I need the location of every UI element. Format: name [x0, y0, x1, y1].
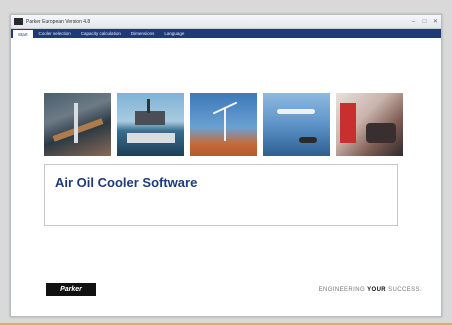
photo-hydraulic-equipment — [336, 93, 403, 156]
photo-aircraft — [263, 93, 330, 156]
maximize-button[interactable]: □ — [419, 17, 430, 27]
parker-logo: Parker — [46, 283, 96, 296]
minimize-button[interactable]: – — [408, 17, 419, 27]
slogan-bold: YOUR — [367, 287, 387, 293]
menu-item-dimensions[interactable]: Dimensions — [126, 29, 160, 38]
menu-item-capacity-calculation[interactable]: Capacity calculation — [76, 29, 126, 38]
page-title: Air Oil Cooler Software — [55, 175, 198, 190]
window-controls: – □ ✕ — [408, 17, 441, 27]
app-icon — [14, 18, 23, 25]
window-title: Parker European Version 4.8 — [26, 18, 91, 25]
slogan-prefix: ENGINEERING — [318, 287, 368, 293]
photo-wind-turbine — [190, 93, 257, 156]
menu-bar: Start Cooler selection Capacity calculat… — [11, 29, 441, 38]
slogan-suffix: SUCCESS. — [386, 287, 422, 293]
title-bar: Parker European Version 4.8 – □ ✕ — [11, 15, 441, 29]
menu-item-language[interactable]: Language — [159, 29, 189, 38]
photo-strip — [44, 93, 403, 156]
menu-item-cooler-selection[interactable]: Cooler selection — [34, 29, 76, 38]
welcome-panel: Air Oil Cooler Software — [44, 164, 398, 226]
company-slogan: ENGINEERING YOUR SUCCESS. — [319, 287, 422, 293]
close-button[interactable]: ✕ — [430, 17, 441, 27]
photo-industrial-machinery — [44, 93, 111, 156]
photo-offshore-platform — [117, 93, 184, 156]
menu-item-start[interactable]: Start — [12, 29, 34, 38]
